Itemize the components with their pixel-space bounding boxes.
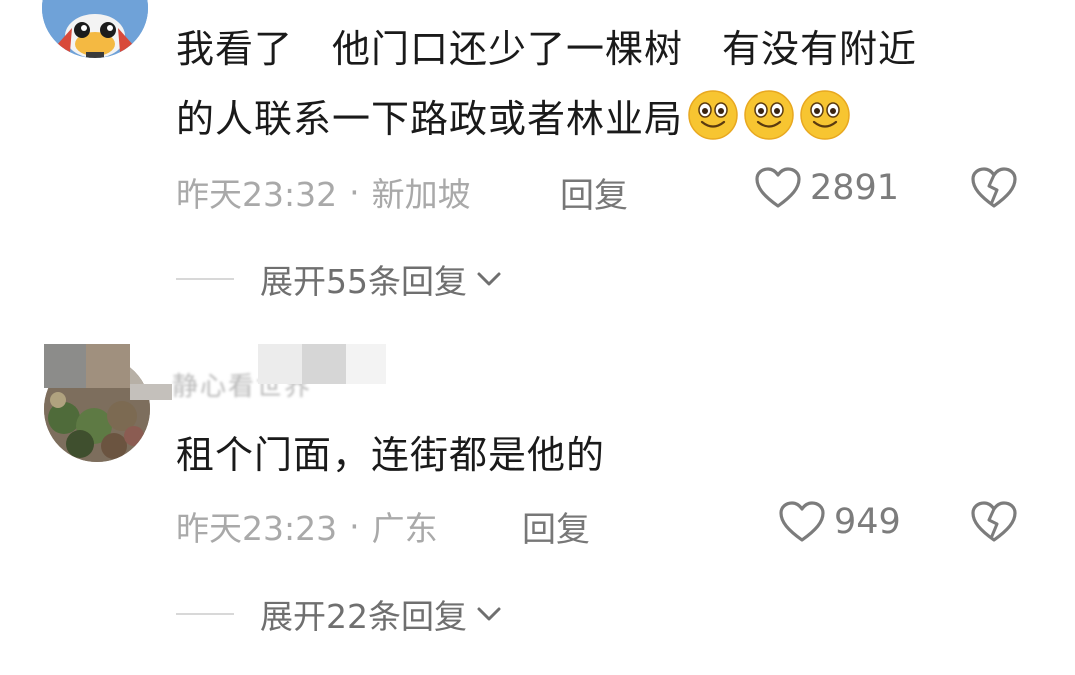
divider-line: [176, 278, 234, 280]
expand-replies-label: 展开22条回复: [260, 597, 467, 636]
comment-text: 租个门面，连街都是他的: [176, 433, 606, 477]
heart-outline-icon: [755, 167, 801, 208]
meta-separator: ·: [349, 172, 360, 212]
emoji-group: [687, 89, 851, 141]
comment-text: 我看了 他门口还少了一棵树 有没有附近 的人联系一下路政或者林业局: [176, 14, 1036, 154]
smiling-face-emoji-icon: [688, 90, 738, 140]
comment-time: 昨天23:32: [176, 175, 338, 214]
comment-line-2: 的人联系一下路政或者林业局: [176, 84, 1036, 154]
like-button[interactable]: 2891: [754, 166, 899, 210]
comment-meta: 昨天23:32 · 新加坡: [176, 168, 471, 216]
mosaic-block: [86, 344, 130, 388]
expand-replies-label: 展开55条回复: [260, 262, 467, 301]
mosaic-block: [346, 344, 386, 384]
mosaic-block: [44, 344, 86, 388]
reply-button[interactable]: 回复: [522, 502, 590, 551]
mosaic-block: [258, 344, 302, 384]
mosaic-block: [130, 384, 172, 400]
broken-heart-icon[interactable]: [970, 166, 1018, 210]
comment-line-2-text: 的人联系一下路政或者林业局: [176, 97, 684, 141]
like-count: 2891: [810, 168, 900, 208]
comment-meta: 昨天23:23 · 广东: [176, 502, 438, 550]
reply-button[interactable]: 回复: [560, 168, 628, 217]
comment-list: 我看了 他门口还少了一棵树 有没有附近 的人联系一下路政或者林业局 昨天23:3…: [0, 0, 1075, 675]
chevron-down-icon: [477, 607, 501, 621]
expand-replies[interactable]: 展开55条回复: [176, 255, 503, 303]
comment-location: 广东: [371, 509, 438, 548]
divider-line: [176, 613, 234, 615]
mosaic-block: [302, 344, 346, 384]
comment-location: 新加坡: [371, 175, 471, 214]
expand-replies[interactable]: 展开22条回复: [176, 590, 503, 638]
broken-heart-icon[interactable]: [970, 500, 1018, 544]
chevron-down-icon: [477, 272, 501, 286]
heart-outline-icon: [779, 501, 825, 542]
like-button[interactable]: 949: [778, 500, 901, 544]
smiling-face-emoji-icon: [744, 90, 794, 140]
comment-line-1: 我看了 他门口还少了一棵树 有没有附近: [176, 27, 918, 71]
avatar[interactable]: [42, 0, 148, 58]
meta-separator: ·: [349, 506, 360, 546]
comment-time: 昨天23:23: [176, 509, 338, 548]
smiling-face-emoji-icon: [800, 90, 850, 140]
like-count: 949: [834, 502, 901, 542]
